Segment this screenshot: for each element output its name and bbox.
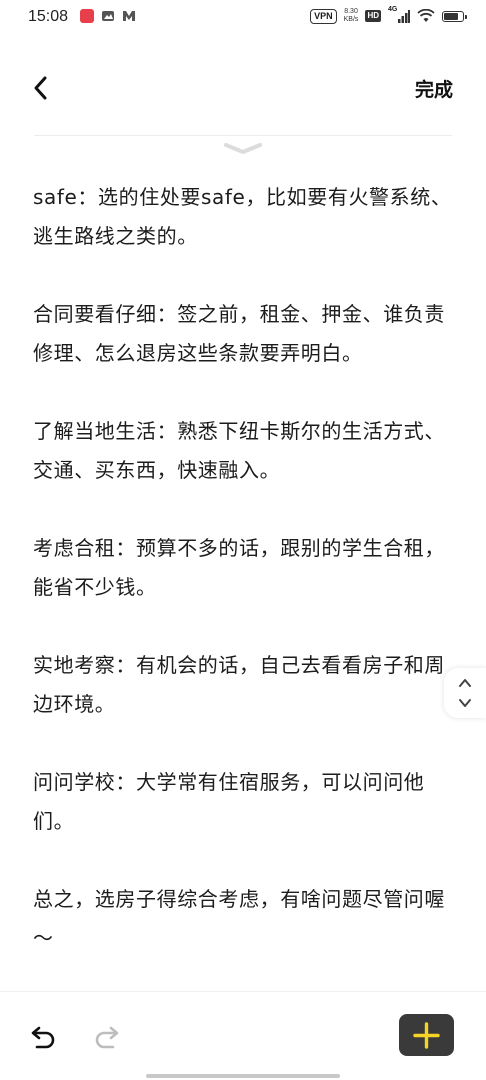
- cellular-signal-icon: 4G: [388, 6, 410, 24]
- chevron-down-icon: [224, 143, 262, 154]
- hd-badge: HD: [365, 10, 381, 22]
- scroll-handle[interactable]: [444, 668, 486, 718]
- paragraph-site-visit: 实地考察：有机会的话，自己去看看房子和周边环境。: [33, 653, 445, 716]
- network-speed-value: 8.30: [344, 8, 358, 15]
- mail-app-icon: [123, 11, 135, 21]
- undo-button[interactable]: [28, 1020, 60, 1052]
- status-time: 15:08: [28, 8, 69, 25]
- network-speed-unit: KB/s: [343, 16, 359, 23]
- toolbar-divider: [0, 991, 486, 992]
- editor-header: 完成: [0, 60, 486, 116]
- battery-icon: [442, 10, 467, 22]
- wifi-icon: [417, 9, 435, 22]
- header-divider: [34, 135, 452, 136]
- paragraph-shared-rent: 考虑合租：预算不多的话，跟别的学生合租，能省不少钱。: [33, 536, 445, 599]
- status-bar: 15:08 VPN 8.30 KB/s HD 4G: [0, 0, 486, 36]
- back-button[interactable]: [26, 72, 58, 104]
- paragraph-ask-school: 问问学校：大学常有住宿服务，可以问问他们。: [33, 770, 425, 833]
- network-speed: 8.30 KB/s: [344, 8, 359, 24]
- battery-level: [444, 12, 459, 20]
- add-button[interactable]: [399, 1014, 454, 1056]
- done-button[interactable]: 完成: [415, 75, 453, 102]
- chevron-left-icon: [34, 76, 47, 100]
- app-notification-icon: [80, 9, 94, 23]
- undo-icon: [31, 1026, 55, 1049]
- redo-icon: [95, 1026, 119, 1049]
- chevron-up-down-icon: [459, 679, 471, 707]
- paragraph-contract: 合同要看仔细：签之前，租金、押金、谁负责修理、怎么退房这些条款要弄明白。: [33, 302, 445, 365]
- vpn-badge: VPN: [310, 8, 337, 24]
- status-indicators: VPN 8.30 KB/s HD 4G: [310, 6, 467, 24]
- paragraph-local-life: 了解当地生活：熟悉下纽卡斯尔的生活方式、交通、买东西，快速融入。: [33, 419, 445, 482]
- image-app-icon: [102, 11, 114, 21]
- paragraph-summary: 总之，选房子得综合考虑，有啥问题尽管问喔～: [33, 887, 445, 950]
- plus-icon: [413, 1022, 440, 1049]
- redo-button[interactable]: [90, 1020, 122, 1052]
- collapse-handle[interactable]: [222, 140, 264, 156]
- note-content[interactable]: safe：选的住处要safe，比如要有火警系统、逃生路线之类的。 合同要看仔细：…: [33, 178, 458, 997]
- home-indicator[interactable]: [146, 1074, 340, 1078]
- notification-icons: [80, 9, 136, 23]
- paragraph-safety: safe：选的住处要safe，比如要有火警系统、逃生路线之类的。: [33, 185, 452, 248]
